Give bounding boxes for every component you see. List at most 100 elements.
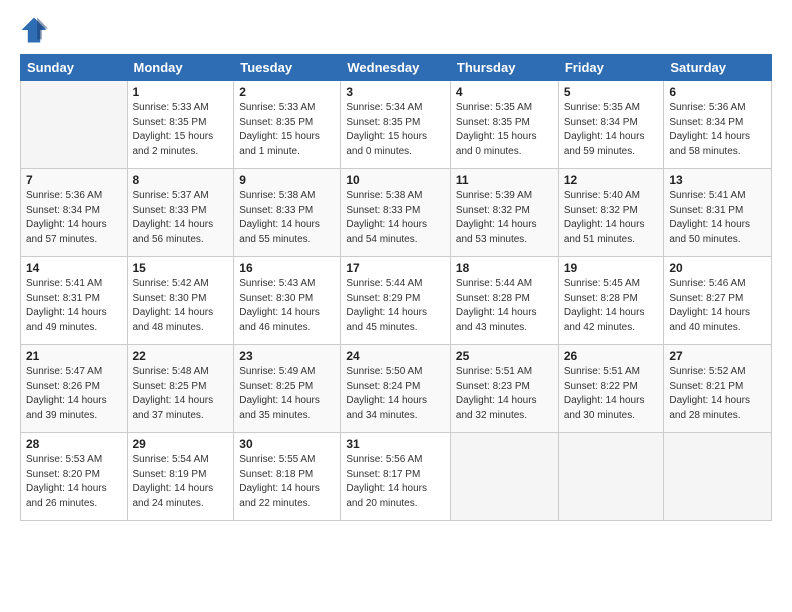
day-cell xyxy=(558,433,664,521)
day-info: Sunrise: 5:49 AMSunset: 8:25 PMDaylight:… xyxy=(239,365,335,423)
day-cell: 27Sunrise: 5:52 AMSunset: 8:21 PMDayligh… xyxy=(664,345,772,433)
day-info: Sunrise: 5:56 AMSunset: 8:17 PMDaylight:… xyxy=(346,453,445,511)
day-number: 20 xyxy=(669,261,766,275)
day-info: Sunrise: 5:33 AMSunset: 8:35 PMDaylight:… xyxy=(239,101,335,159)
day-info: Sunrise: 5:37 AMSunset: 8:33 PMDaylight:… xyxy=(133,189,229,247)
day-info: Sunrise: 5:44 AMSunset: 8:28 PMDaylight:… xyxy=(456,277,553,335)
day-info: Sunrise: 5:47 AMSunset: 8:26 PMDaylight:… xyxy=(26,365,122,423)
day-number: 5 xyxy=(564,85,659,99)
day-number: 28 xyxy=(26,437,122,451)
header-cell-friday: Friday xyxy=(558,55,664,81)
day-cell: 30 Sunrise: 5:55 AMSunset: 8:18 PMDayligh… xyxy=(234,433,341,521)
calendar-body: 1 Sunrise: 5:33 AMSunset: 8:35 PMDaylight… xyxy=(21,81,772,521)
day-info: Sunrise: 5:48 AMSunset: 8:25 PMDaylight:… xyxy=(133,365,229,423)
calendar-header: SundayMondayTuesdayWednesdayThursdayFrid… xyxy=(21,55,772,81)
day-number: 21 xyxy=(26,349,122,363)
day-number: 30 xyxy=(239,437,335,451)
day-info: Sunrise: 5:43 AMSunset: 8:30 PMDaylight:… xyxy=(239,277,335,335)
day-cell: 13 Sunrise: 5:41 AMSunset: 8:31 PMDayligh… xyxy=(664,169,772,257)
day-info: Sunrise: 5:35 AMSunset: 8:34 PMDaylight:… xyxy=(564,101,659,159)
day-cell: 24Sunrise: 5:50 AMSunset: 8:24 PMDayligh… xyxy=(341,345,451,433)
day-cell: 16 Sunrise: 5:43 AMSunset: 8:30 PMDayligh… xyxy=(234,257,341,345)
day-cell: 11 Sunrise: 5:39 AMSunset: 8:32 PMDayligh… xyxy=(450,169,558,257)
day-cell: 10 Sunrise: 5:38 AMSunset: 8:33 PMDayligh… xyxy=(341,169,451,257)
day-number: 25 xyxy=(456,349,553,363)
logo-icon xyxy=(20,16,48,44)
day-info: Sunrise: 5:33 AMSunset: 8:35 PMDaylight:… xyxy=(133,101,229,159)
day-number: 17 xyxy=(346,261,445,275)
day-cell: 7 Sunrise: 5:36 AMSunset: 8:34 PMDaylight… xyxy=(21,169,128,257)
header-cell-wednesday: Wednesday xyxy=(341,55,451,81)
day-info: Sunrise: 5:52 AMSunset: 8:21 PMDaylight:… xyxy=(669,365,766,423)
day-cell: 17 Sunrise: 5:44 AMSunset: 8:29 PMDayligh… xyxy=(341,257,451,345)
day-number: 12 xyxy=(564,173,659,187)
day-cell: 26 Sunrise: 5:51 AMSunset: 8:22 PMDayligh… xyxy=(558,345,664,433)
week-row-3: 14 Sunrise: 5:41 AMSunset: 8:31 PMDayligh… xyxy=(21,257,772,345)
day-info: Sunrise: 5:34 AMSunset: 8:35 PMDaylight:… xyxy=(346,101,445,159)
day-info: Sunrise: 5:39 AMSunset: 8:32 PMDaylight:… xyxy=(456,189,553,247)
day-cell: 20 Sunrise: 5:46 AMSunset: 8:27 PMDayligh… xyxy=(664,257,772,345)
day-info: Sunrise: 5:36 AMSunset: 8:34 PMDaylight:… xyxy=(26,189,122,247)
day-cell: 15 Sunrise: 5:42 AMSunset: 8:30 PMDayligh… xyxy=(127,257,234,345)
day-cell: 6 Sunrise: 5:36 AMSunset: 8:34 PMDaylight… xyxy=(664,81,772,169)
week-row-1: 1 Sunrise: 5:33 AMSunset: 8:35 PMDaylight… xyxy=(21,81,772,169)
day-cell: 2 Sunrise: 5:33 AMSunset: 8:35 PMDaylight… xyxy=(234,81,341,169)
calendar: SundayMondayTuesdayWednesdayThursdayFrid… xyxy=(20,54,772,521)
day-info: Sunrise: 5:36 AMSunset: 8:34 PMDaylight:… xyxy=(669,101,766,159)
week-row-2: 7 Sunrise: 5:36 AMSunset: 8:34 PMDaylight… xyxy=(21,169,772,257)
day-number: 4 xyxy=(456,85,553,99)
day-info: Sunrise: 5:38 AMSunset: 8:33 PMDaylight:… xyxy=(346,189,445,247)
day-number: 29 xyxy=(133,437,229,451)
day-cell: 31 Sunrise: 5:56 AMSunset: 8:17 PMDayligh… xyxy=(341,433,451,521)
day-number: 10 xyxy=(346,173,445,187)
day-cell: 23 Sunrise: 5:49 AMSunset: 8:25 PMDayligh… xyxy=(234,345,341,433)
day-cell: 18 Sunrise: 5:44 AMSunset: 8:28 PMDayligh… xyxy=(450,257,558,345)
header-cell-sunday: Sunday xyxy=(21,55,128,81)
day-info: Sunrise: 5:51 AMSunset: 8:22 PMDaylight:… xyxy=(564,365,659,423)
day-number: 16 xyxy=(239,261,335,275)
day-info: Sunrise: 5:41 AMSunset: 8:31 PMDaylight:… xyxy=(669,189,766,247)
day-info: Sunrise: 5:44 AMSunset: 8:29 PMDaylight:… xyxy=(346,277,445,335)
day-number: 23 xyxy=(239,349,335,363)
day-info: Sunrise: 5:35 AMSunset: 8:35 PMDaylight:… xyxy=(456,101,553,159)
day-number: 11 xyxy=(456,173,553,187)
day-number: 6 xyxy=(669,85,766,99)
day-number: 8 xyxy=(133,173,229,187)
day-cell: 14 Sunrise: 5:41 AMSunset: 8:31 PMDayligh… xyxy=(21,257,128,345)
logo xyxy=(20,16,52,44)
header-cell-tuesday: Tuesday xyxy=(234,55,341,81)
day-number: 14 xyxy=(26,261,122,275)
day-info: Sunrise: 5:45 AMSunset: 8:28 PMDaylight:… xyxy=(564,277,659,335)
day-number: 9 xyxy=(239,173,335,187)
day-cell: 8 Sunrise: 5:37 AMSunset: 8:33 PMDaylight… xyxy=(127,169,234,257)
day-cell xyxy=(664,433,772,521)
day-info: Sunrise: 5:46 AMSunset: 8:27 PMDaylight:… xyxy=(669,277,766,335)
header-cell-monday: Monday xyxy=(127,55,234,81)
day-number: 26 xyxy=(564,349,659,363)
day-number: 1 xyxy=(133,85,229,99)
day-number: 18 xyxy=(456,261,553,275)
day-info: Sunrise: 5:50 AMSunset: 8:24 PMDaylight:… xyxy=(346,365,445,423)
day-info: Sunrise: 5:42 AMSunset: 8:30 PMDaylight:… xyxy=(133,277,229,335)
day-number: 13 xyxy=(669,173,766,187)
day-number: 2 xyxy=(239,85,335,99)
page: SundayMondayTuesdayWednesdayThursdayFrid… xyxy=(0,0,792,612)
header-row: SundayMondayTuesdayWednesdayThursdayFrid… xyxy=(21,55,772,81)
day-cell: 4 Sunrise: 5:35 AMSunset: 8:35 PMDaylight… xyxy=(450,81,558,169)
day-cell: 28 Sunrise: 5:53 AMSunset: 8:20 PMDayligh… xyxy=(21,433,128,521)
day-cell: 19 Sunrise: 5:45 AMSunset: 8:28 PMDayligh… xyxy=(558,257,664,345)
day-cell: 3Sunrise: 5:34 AMSunset: 8:35 PMDaylight… xyxy=(341,81,451,169)
day-number: 7 xyxy=(26,173,122,187)
day-info: Sunrise: 5:55 AMSunset: 8:18 PMDaylight:… xyxy=(239,453,335,511)
day-cell: 21 Sunrise: 5:47 AMSunset: 8:26 PMDayligh… xyxy=(21,345,128,433)
day-cell: 22 Sunrise: 5:48 AMSunset: 8:25 PMDayligh… xyxy=(127,345,234,433)
day-cell: 5 Sunrise: 5:35 AMSunset: 8:34 PMDaylight… xyxy=(558,81,664,169)
day-info: Sunrise: 5:41 AMSunset: 8:31 PMDaylight:… xyxy=(26,277,122,335)
day-info: Sunrise: 5:53 AMSunset: 8:20 PMDaylight:… xyxy=(26,453,122,511)
day-number: 22 xyxy=(133,349,229,363)
day-cell: 1 Sunrise: 5:33 AMSunset: 8:35 PMDaylight… xyxy=(127,81,234,169)
day-info: Sunrise: 5:51 AMSunset: 8:23 PMDaylight:… xyxy=(456,365,553,423)
day-number: 19 xyxy=(564,261,659,275)
day-number: 31 xyxy=(346,437,445,451)
day-number: 15 xyxy=(133,261,229,275)
